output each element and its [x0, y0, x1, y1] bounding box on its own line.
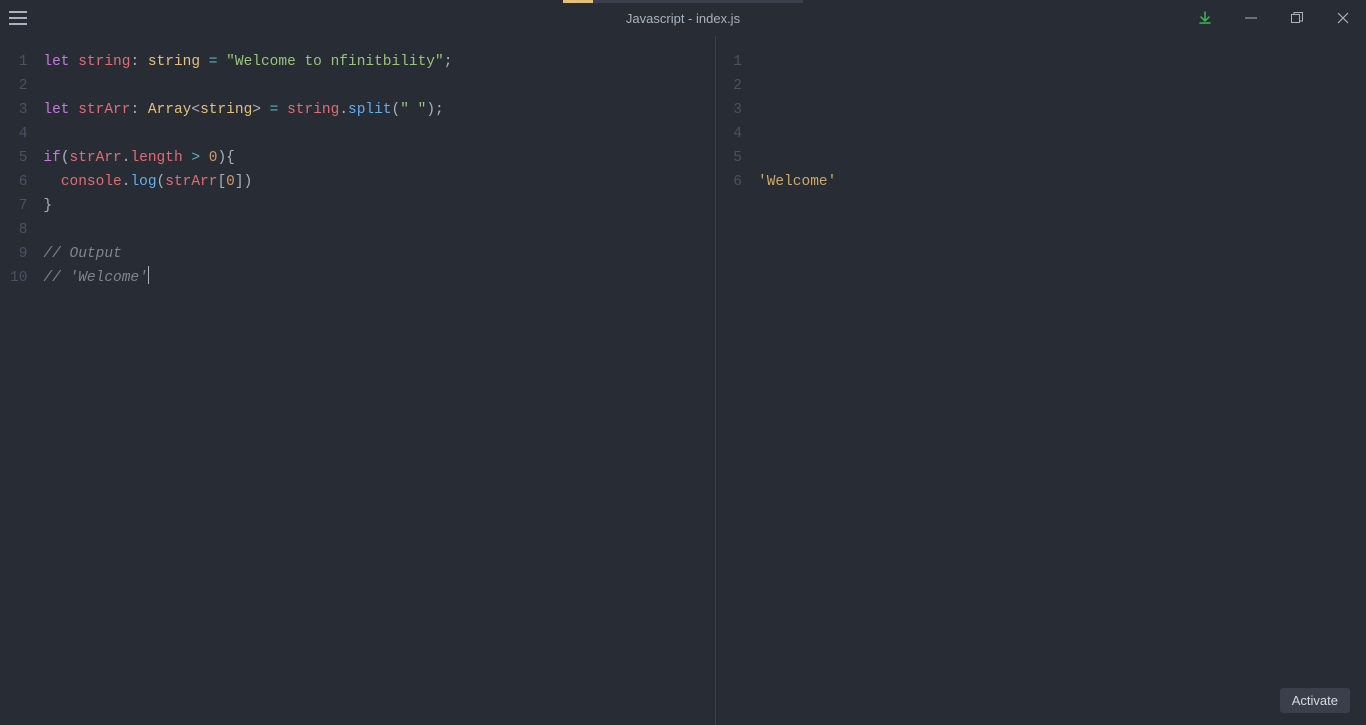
line-number: 2 [10, 74, 27, 98]
download-button[interactable] [1182, 0, 1228, 36]
code-line: let strArr: Array<string> = string.split… [43, 98, 715, 122]
code-content[interactable]: let string: string = "Welcome to nfinitb… [43, 50, 715, 290]
output-content: 'Welcome' [758, 50, 1366, 194]
code-line: if(strArr.length > 0){ [43, 146, 715, 170]
line-number: 8 [10, 218, 27, 242]
code-line: // Output [43, 242, 715, 266]
code-line [43, 122, 715, 146]
progress-fill [563, 0, 593, 3]
line-number: 5 [726, 146, 742, 170]
activate-button[interactable]: Activate [1280, 688, 1350, 713]
line-number: 5 [10, 146, 27, 170]
text-cursor [148, 266, 149, 284]
code-editor-pane[interactable]: 1 2 3 4 5 6 7 8 9 10 let string: string … [0, 36, 716, 725]
code-line: // 'Welcome' [43, 266, 715, 290]
minimize-button[interactable] [1228, 0, 1274, 36]
code-line: let string: string = "Welcome to nfinitb… [43, 50, 715, 74]
hamburger-menu-button[interactable] [0, 0, 36, 36]
output-pane[interactable]: 1 2 3 4 5 6 'Welcome' [716, 36, 1366, 725]
line-number: 1 [726, 50, 742, 74]
titlebar: Javascript - index.js [0, 0, 1366, 36]
line-number: 6 [726, 170, 742, 194]
code-line: } [43, 194, 715, 218]
line-number: 1 [10, 50, 27, 74]
window-title: Javascript - index.js [626, 11, 740, 26]
line-number: 7 [10, 194, 27, 218]
line-number: 9 [10, 242, 27, 266]
line-number: 4 [10, 122, 27, 146]
maximize-icon [1291, 12, 1303, 24]
line-number: 2 [726, 74, 742, 98]
hamburger-icon [9, 11, 27, 25]
output-line [758, 74, 1366, 98]
output-line [758, 98, 1366, 122]
download-icon [1198, 11, 1212, 25]
close-icon [1337, 12, 1349, 24]
code-line: console.log(strArr[0]) [43, 170, 715, 194]
output-line [758, 146, 1366, 170]
window-controls [1182, 0, 1366, 36]
line-number: 3 [726, 98, 742, 122]
line-number: 3 [10, 98, 27, 122]
line-gutter-right: 1 2 3 4 5 6 [716, 50, 758, 194]
code-line [43, 218, 715, 242]
line-number: 10 [10, 266, 27, 290]
line-gutter-left: 1 2 3 4 5 6 7 8 9 10 [0, 50, 43, 290]
close-button[interactable] [1320, 0, 1366, 36]
maximize-button[interactable] [1274, 0, 1320, 36]
progress-bar [563, 0, 803, 3]
minimize-icon [1245, 12, 1257, 24]
output-line: 'Welcome' [758, 170, 1366, 194]
line-number: 6 [10, 170, 27, 194]
output-line [758, 122, 1366, 146]
editor-area: 1 2 3 4 5 6 7 8 9 10 let string: string … [0, 36, 1366, 725]
line-number: 4 [726, 122, 742, 146]
code-line [43, 74, 715, 98]
output-line [758, 50, 1366, 74]
